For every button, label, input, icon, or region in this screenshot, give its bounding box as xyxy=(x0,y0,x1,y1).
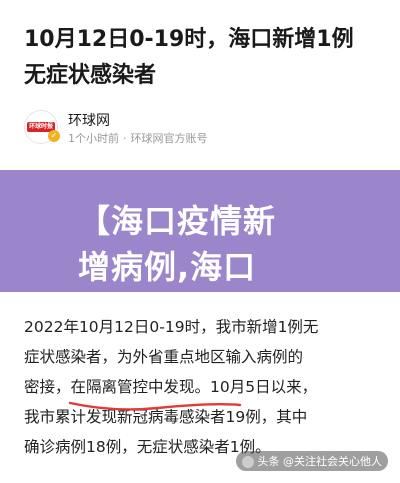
watermark: 头条 @关注社会关心他人 xyxy=(235,451,388,471)
headline-line-2: 无症状感染者 xyxy=(24,63,157,88)
body-line-1: 2022年10月12日0-19时，我市新增1例无 xyxy=(24,318,319,336)
verified-badge-icon: ✓ xyxy=(48,130,60,142)
article-banner-image: 【海口疫情新 增病例,海口 xyxy=(0,170,400,292)
handwritten-underline xyxy=(68,401,242,411)
article-headline: 10月12日0-19时，海口新增1例 无症状感染者 xyxy=(24,22,384,94)
source-name[interactable]: 环球网 xyxy=(68,110,110,130)
separator-dot: · xyxy=(123,132,127,145)
banner-line-1: 【海口疫情新 xyxy=(78,202,277,240)
headline-line-1: 10月12日0-19时，海口新增1例 xyxy=(24,27,354,52)
post-time: 1个小时前 xyxy=(68,132,119,145)
body-line-2: 症状感染者，为外省重点地区输入病例的 xyxy=(24,348,304,366)
banner-text: 【海口疫情新 增病例,海口 xyxy=(78,198,398,290)
banner-line-2: 增病例,海口 xyxy=(78,248,257,286)
watermark-avatar-icon xyxy=(241,456,254,468)
source-meta: 1个小时前 · 环球网官方账号 xyxy=(68,130,208,146)
article-body: 2022年10月12日0-19时，我市新增1例无 症状感染者，为外省重点地区输入… xyxy=(24,312,384,462)
source-byline[interactable]: 环球时报 ✓ 环球网 1个小时前 · 环球网官方账号 xyxy=(24,106,384,152)
watermark-text: 头条 @关注社会关心他人 xyxy=(257,455,383,468)
account-label: 环球网官方账号 xyxy=(130,132,208,145)
